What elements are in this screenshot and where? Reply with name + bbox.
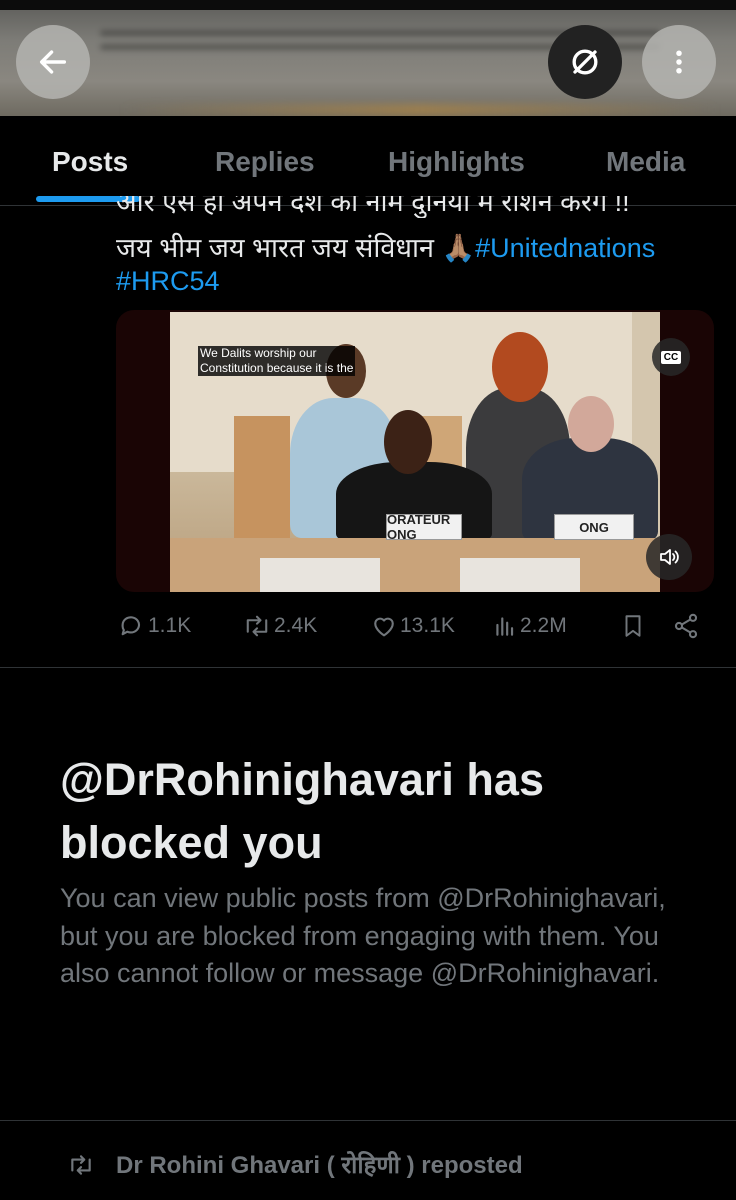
volume-off-icon [572, 49, 598, 75]
tweet-text-clipped-line: और ऐसे ही अपने देश का नाम दुनिया में रोश… [116, 196, 716, 218]
views-button[interactable]: 2.2M [492, 612, 567, 640]
views-count: 2.2M [520, 614, 567, 637]
blocked-description: You can view public posts from @DrRohini… [60, 883, 666, 988]
caption-line1: We Dalits worship our [200, 346, 317, 360]
repost-indicator[interactable]: Dr Rohini Ghavari ( रोहिणी ) reposted [66, 1148, 523, 1181]
reply-button[interactable]: 1.1K [118, 612, 191, 640]
tweet-text-clipped: और ऐसे ही अपने देश का नाम दुनिया में रोश… [116, 196, 630, 217]
profile-tabs: Posts Replies Highlights Media [0, 116, 736, 206]
tab-media[interactable]: Media [606, 146, 685, 178]
reply-count: 1.1K [148, 614, 192, 637]
hashtag-hrc54[interactable]: #HRC54 [116, 266, 220, 296]
like-count: 13.1K [400, 614, 455, 637]
blocked-title: @DrRohinighavari has blocked you [60, 754, 544, 868]
tab-posts[interactable]: Posts [52, 146, 128, 178]
more-vertical-icon [676, 50, 682, 74]
nameplate-ong: ONG [554, 514, 634, 540]
tweet-text-line3: #HRC54 [116, 266, 716, 297]
banner-glow [120, 104, 720, 116]
divider [0, 1120, 736, 1121]
volume-button[interactable] [646, 534, 692, 580]
repost-icon [246, 615, 268, 637]
reply-icon [121, 616, 141, 636]
repost-button[interactable]: 2.4K [242, 612, 317, 640]
tweet-action-bar: 1.1K 2.4K 13.1K 2.2M [116, 608, 716, 648]
like-button[interactable]: 13.1K [370, 612, 455, 640]
mute-button[interactable] [548, 25, 622, 99]
repost-count: 2.4K [274, 614, 318, 637]
blocked-notice: @DrRohinighavari has blocked you You can… [0, 668, 736, 1120]
video-caption: We Dalits worship our Constitution becau… [198, 346, 356, 376]
status-strip [0, 0, 736, 10]
repost-icon [71, 1154, 91, 1175]
back-button[interactable] [16, 25, 90, 99]
tweet-text-line2: जय भीम जय भारत जय संविधान 🙏🏽 [116, 233, 476, 263]
video-frame-image: ORATEUR ONG ONG We Dalits worship our Co… [170, 312, 660, 592]
tab-replies[interactable]: Replies [215, 146, 315, 178]
heart-icon [374, 617, 394, 637]
repost-indicator-text: Dr Rohini Ghavari ( रोहिणी ) reposted [116, 1152, 523, 1179]
speaker-icon [660, 549, 679, 565]
analytics-icon [496, 617, 514, 636]
more-options-button[interactable] [642, 25, 716, 99]
share-icon [674, 613, 698, 639]
closed-captions-button[interactable]: CC [652, 338, 690, 376]
video-player[interactable]: ORATEUR ONG ONG We Dalits worship our Co… [116, 310, 714, 592]
bookmark-button[interactable] [620, 612, 646, 640]
video-desk [170, 538, 660, 592]
profile-banner [0, 0, 736, 116]
share-button[interactable] [672, 612, 700, 640]
cc-icon: CC [660, 350, 682, 364]
caption-line2: Constitution because it is the [200, 361, 354, 375]
nameplate-orateur: ORATEUR ONG [386, 512, 462, 542]
tweet-text-line: जय भीम जय भारत जय संविधान 🙏🏽#Unitednatio… [116, 228, 716, 265]
hashtag-unitednations[interactable]: #Unitednations [475, 233, 655, 263]
arrow-left-icon [39, 50, 67, 74]
bookmark-icon [625, 615, 641, 637]
tab-highlights[interactable]: Highlights [388, 146, 525, 178]
